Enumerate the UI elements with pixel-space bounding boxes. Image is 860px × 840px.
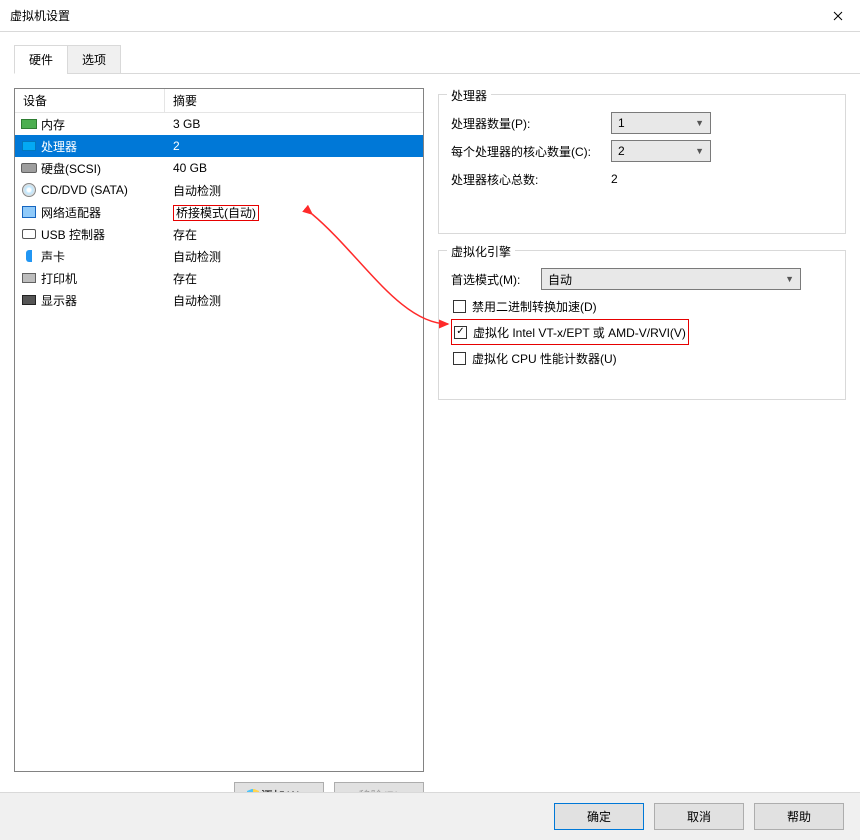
device-summary: 桥接模式(自动) xyxy=(165,204,423,221)
cpu-count-value: 1 xyxy=(618,116,625,130)
device-summary: 存在 xyxy=(165,226,423,243)
cd-icon xyxy=(21,182,37,198)
titlebar: 虚拟机设置 xyxy=(0,0,860,32)
usb-icon xyxy=(21,226,37,242)
cpu-count-label: 处理器数量(P): xyxy=(451,115,611,132)
vt-label: 虚拟化 Intel VT-x/EPT 或 AMD-V/RVI(V) xyxy=(473,324,686,341)
header-device: 设备 xyxy=(15,89,165,112)
memory-icon xyxy=(21,116,37,132)
close-icon xyxy=(833,8,843,24)
window-title: 虚拟机设置 xyxy=(10,7,70,24)
sound-icon xyxy=(21,248,37,264)
device-list-header: 设备 摘要 xyxy=(15,89,423,113)
device-summary: 自动检测 xyxy=(165,182,423,199)
hardware-left-pane: 设备 摘要 内存 3 GB 处理器 2 硬盘(SCSI) 40 GB CD/DVD (SAT… xyxy=(14,88,424,809)
device-summary: 自动检测 xyxy=(165,292,423,309)
cpu-cores-label: 每个处理器的核心数量(C): xyxy=(451,143,611,160)
perf-counter-checkbox[interactable] xyxy=(453,352,466,365)
device-row-cpu[interactable]: 处理器 2 xyxy=(15,135,423,157)
header-summary: 摘要 xyxy=(165,92,423,109)
device-label: CD/DVD (SATA) xyxy=(41,183,128,197)
device-summary: 自动检测 xyxy=(165,248,423,265)
device-list[interactable]: 设备 摘要 内存 3 GB 处理器 2 硬盘(SCSI) 40 GB CD/DVD (SAT… xyxy=(14,88,424,772)
perf-counter-label: 虚拟化 CPU 性能计数器(U) xyxy=(472,350,617,367)
device-label: 硬盘(SCSI) xyxy=(41,160,101,177)
cpu-icon xyxy=(21,138,37,154)
device-label: USB 控制器 xyxy=(41,226,105,243)
hardware-right-pane: 处理器 处理器数量(P): 1 ▼ 每个处理器的核心数量(C): 2 ▼ xyxy=(438,88,846,809)
cpu-total-label: 处理器核心总数: xyxy=(451,171,611,188)
disable-binary-label: 禁用二进制转换加速(D) xyxy=(472,298,597,315)
vt-checkbox[interactable]: ✓ xyxy=(454,326,467,339)
device-row-net[interactable]: 网络适配器 桥接模式(自动) xyxy=(15,201,423,223)
tab-strip: 硬件 选项 xyxy=(14,44,860,74)
disable-binary-checkbox[interactable] xyxy=(453,300,466,313)
chevron-down-icon: ▼ xyxy=(785,274,794,284)
annotation-highlight: 桥接模式(自动) xyxy=(173,205,259,221)
display-icon xyxy=(21,292,37,308)
device-summary: 存在 xyxy=(165,270,423,287)
device-row-usb[interactable]: USB 控制器 存在 xyxy=(15,223,423,245)
cancel-button[interactable]: 取消 xyxy=(654,803,744,830)
processor-group: 处理器 处理器数量(P): 1 ▼ 每个处理器的核心数量(C): 2 ▼ xyxy=(438,94,846,234)
virt-mode-select[interactable]: 自动 ▼ xyxy=(541,268,801,290)
close-button[interactable] xyxy=(815,0,860,32)
device-row-sound[interactable]: 声卡 自动检测 xyxy=(15,245,423,267)
virt-mode-value: 自动 xyxy=(548,271,572,288)
device-label: 声卡 xyxy=(41,248,65,265)
processor-legend: 处理器 xyxy=(447,87,491,104)
device-summary: 40 GB xyxy=(165,161,423,175)
device-row-printer[interactable]: 打印机 存在 xyxy=(15,267,423,289)
device-label: 网络适配器 xyxy=(41,204,101,221)
chevron-down-icon: ▼ xyxy=(695,118,704,128)
chevron-down-icon: ▼ xyxy=(695,146,704,156)
cpu-cores-select[interactable]: 2 ▼ xyxy=(611,140,711,162)
virt-mode-label: 首选模式(M): xyxy=(451,271,541,288)
net-icon xyxy=(21,204,37,220)
virtualization-group: 虚拟化引擎 首选模式(M): 自动 ▼ 禁用二进制转换加速(D) ✓ 虚拟化 I… xyxy=(438,250,846,400)
device-summary: 2 xyxy=(165,139,423,153)
cpu-cores-value: 2 xyxy=(618,144,625,158)
perf-counter-row[interactable]: 虚拟化 CPU 性能计数器(U) xyxy=(451,345,833,371)
device-row-memory[interactable]: 内存 3 GB xyxy=(15,113,423,135)
vt-row[interactable]: ✓ 虚拟化 Intel VT-x/EPT 或 AMD-V/RVI(V) xyxy=(451,319,689,345)
device-row-cd[interactable]: CD/DVD (SATA) 自动检测 xyxy=(15,179,423,201)
cpu-total-value: 2 xyxy=(611,172,833,186)
device-label: 处理器 xyxy=(41,138,77,155)
virtualization-legend: 虚拟化引擎 xyxy=(447,243,515,260)
device-label: 内存 xyxy=(41,116,65,133)
device-row-disk[interactable]: 硬盘(SCSI) 40 GB xyxy=(15,157,423,179)
device-label: 显示器 xyxy=(41,292,77,309)
dialog-footer: 确定 取消 帮助 xyxy=(0,792,860,840)
help-button[interactable]: 帮助 xyxy=(754,803,844,830)
tab-options[interactable]: 选项 xyxy=(67,45,121,74)
cpu-count-select[interactable]: 1 ▼ xyxy=(611,112,711,134)
printer-icon xyxy=(21,270,37,286)
content-area: 设备 摘要 内存 3 GB 处理器 2 硬盘(SCSI) 40 GB CD/DVD (SAT… xyxy=(0,74,860,823)
tab-hardware[interactable]: 硬件 xyxy=(14,45,68,74)
device-summary: 3 GB xyxy=(165,117,423,131)
disk-icon xyxy=(21,160,37,176)
disable-binary-row[interactable]: 禁用二进制转换加速(D) xyxy=(451,293,833,319)
device-row-display[interactable]: 显示器 自动检测 xyxy=(15,289,423,311)
ok-button[interactable]: 确定 xyxy=(554,803,644,830)
device-label: 打印机 xyxy=(41,270,77,287)
